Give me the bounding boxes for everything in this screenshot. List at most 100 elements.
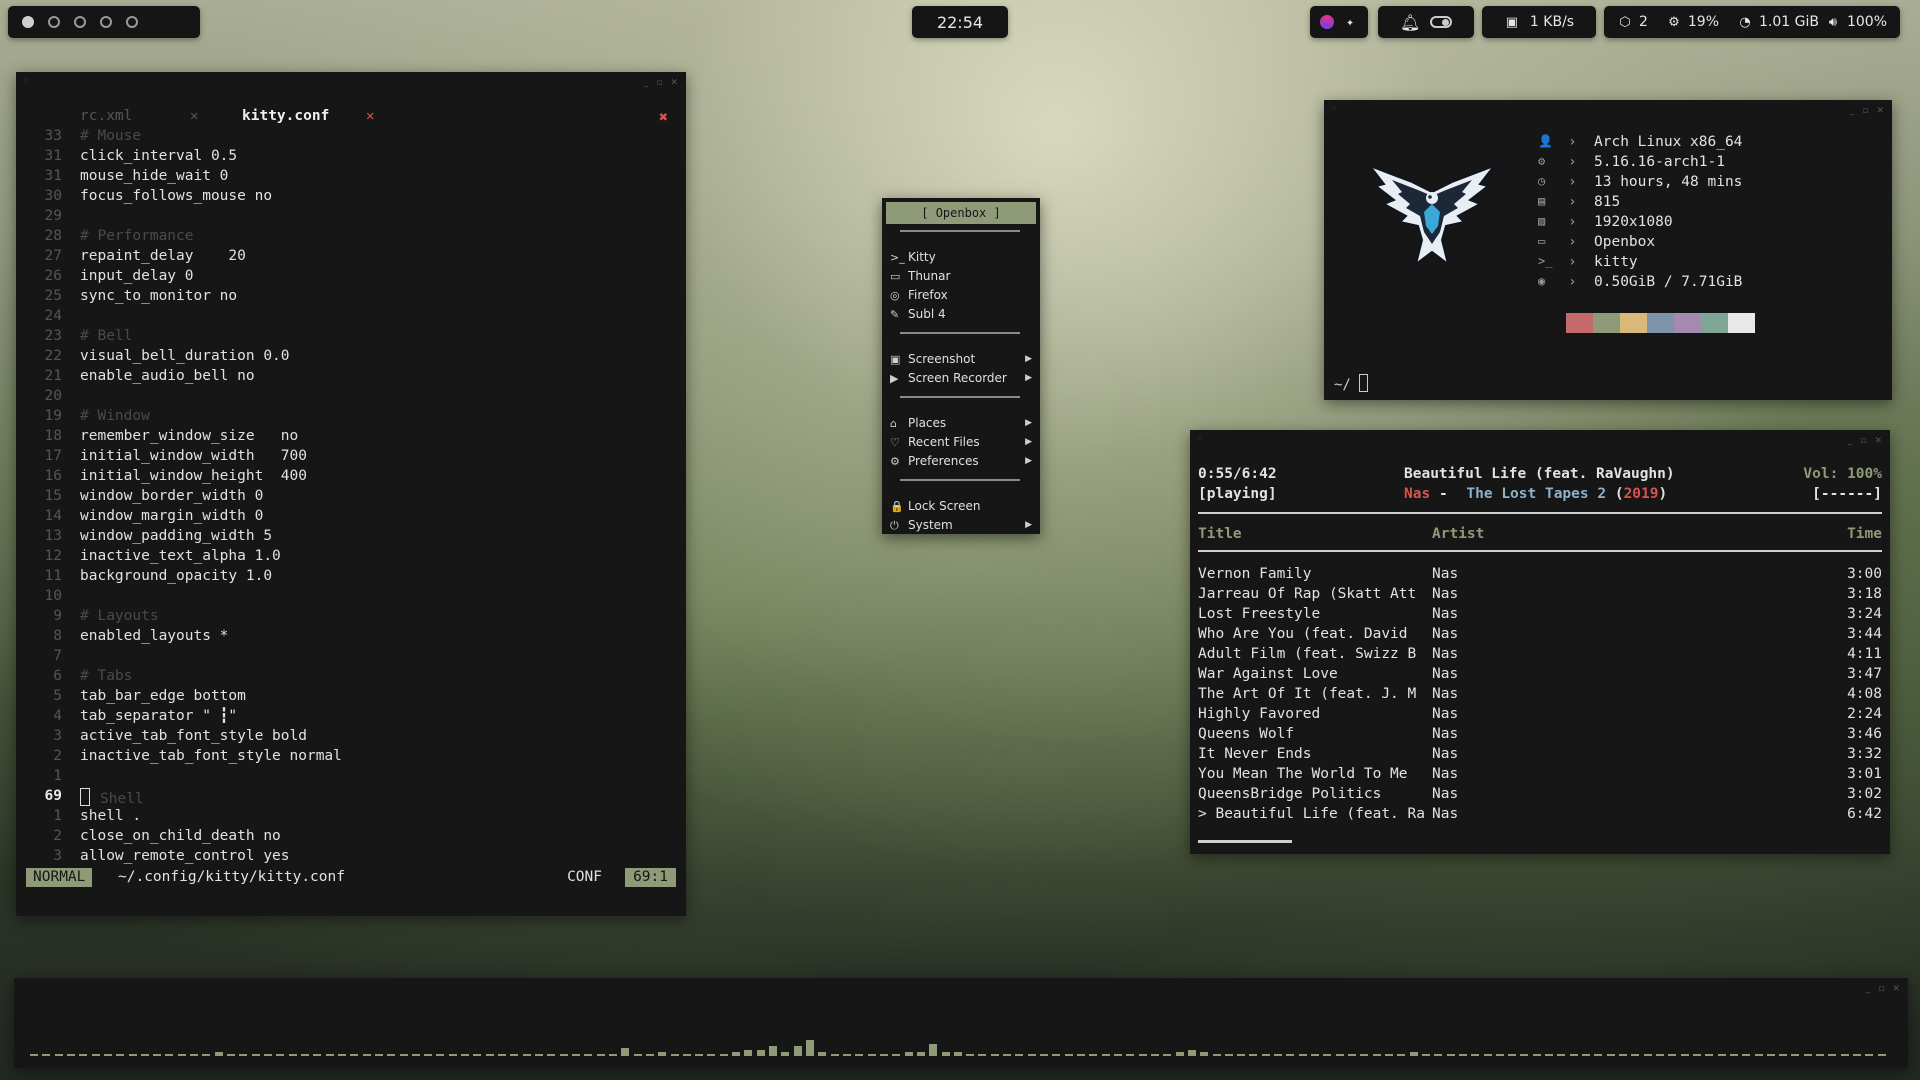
spectrum-bar xyxy=(1508,1054,1516,1056)
song-progress-bar[interactable] xyxy=(1198,840,1292,843)
tab-close-icon[interactable]: ✕ xyxy=(366,108,374,124)
window-grip-icon[interactable]: ⁘ xyxy=(1330,104,1338,114)
playlist-row[interactable]: Jarreau Of Rap (Skatt Att Nas 3:18 xyxy=(1198,586,1882,606)
spectrum-bar xyxy=(67,1054,75,1056)
line-number: 21 xyxy=(44,368,62,384)
menu-item-lock-screen[interactable]: 🔒 Lock Screen xyxy=(890,497,1034,515)
window-grip-icon[interactable]: ⁘ xyxy=(22,76,30,86)
spectrum-bar xyxy=(1299,1054,1307,1056)
code-line: 10 xyxy=(16,588,666,608)
updates-count[interactable]: 2 xyxy=(1639,14,1648,30)
chevron-right-icon: › xyxy=(1568,254,1577,270)
menu-item-firefox[interactable]: ◎ Firefox xyxy=(890,286,1034,304)
line-number: 31 xyxy=(44,168,62,184)
app-launcher-icon[interactable]: ✦ xyxy=(1342,15,1358,30)
playlist-row[interactable]: The Art Of It (feat. J. M Nas 4:08 xyxy=(1198,686,1882,706)
playlist-row[interactable]: Who Are You (feat. David Nas 3:44 xyxy=(1198,626,1882,646)
track-duration: 3:02 xyxy=(1847,786,1882,802)
close-icon[interactable]: ✕ xyxy=(1892,984,1900,994)
workspace-dot[interactable] xyxy=(48,16,60,28)
color-picker-icon[interactable] xyxy=(1320,15,1334,29)
volume-icon[interactable]: 🔊︎ xyxy=(1825,15,1841,30)
close-icon[interactable]: ✕ xyxy=(1874,436,1882,446)
playlist-row[interactable]: Highly Favored Nas 2:24 xyxy=(1198,706,1882,726)
playlist-row[interactable]: > Beautiful Life (feat. Ra Nas 6:42 xyxy=(1198,806,1882,826)
playlist-row[interactable]: Queens Wolf Nas 3:46 xyxy=(1198,726,1882,746)
menu-item-subl-4[interactable]: ✎ Subl 4 xyxy=(890,305,1034,323)
close-tab-icon[interactable]: ✖ xyxy=(659,108,668,126)
spectrum-bar xyxy=(1434,1054,1442,1056)
menu-item-label: Places xyxy=(908,416,947,430)
playlist-row[interactable]: You Mean The World To Me Nas 3:01 xyxy=(1198,766,1882,786)
tab-close-icon[interactable]: ✕ xyxy=(190,108,198,124)
network-speed[interactable]: ▣ 1 KB/s xyxy=(1482,6,1596,38)
menu-item-places[interactable]: ⌂ Places ▶ xyxy=(890,414,1034,432)
line-content: enabled_layouts * xyxy=(80,628,229,644)
workspace-dot[interactable] xyxy=(74,16,86,28)
spectrum-bar xyxy=(609,1054,617,1056)
close-icon[interactable]: ✕ xyxy=(1876,106,1884,116)
fetch-terminal-window[interactable]: ⁘ _ ▫ ✕ 👤 › Arch Linux x86_64 ⚙ › 5.16.16-arc… xyxy=(1324,100,1892,400)
menu-item-kitty[interactable]: >_ Kitty xyxy=(890,248,1034,266)
volume-level[interactable]: 100% xyxy=(1847,14,1887,30)
info-icon: ◉ xyxy=(1538,274,1546,288)
spectrum-bar xyxy=(720,1054,728,1056)
chevron-right-icon: › xyxy=(1568,134,1577,150)
menu-item-thunar[interactable]: ▭ Thunar xyxy=(890,267,1034,285)
column-artist[interactable]: Artist xyxy=(1432,526,1484,542)
spectrum-bar xyxy=(1410,1052,1418,1056)
maximize-icon[interactable]: ▫ xyxy=(656,78,662,88)
volume-label[interactable]: Vol: 100% xyxy=(1803,466,1882,482)
spectrum-bar xyxy=(732,1052,740,1056)
shell-prompt[interactable]: ~/ xyxy=(1334,374,1368,393)
spectrum-bar xyxy=(449,1054,457,1056)
music-player-window[interactable]: ⁘ _ ▫ ✕ 0:55/6:42 [playing] Beautiful Li… xyxy=(1190,430,1890,854)
line-content: tab_separator " ┇" xyxy=(80,708,238,724)
network-icon: ▣ xyxy=(1505,14,1519,30)
spectrum-bar xyxy=(239,1054,247,1056)
playlist-row[interactable]: QueensBridge Politics Nas 3:02 xyxy=(1198,786,1882,806)
spectrum-bar xyxy=(1545,1054,1553,1056)
playlist-row[interactable]: It Never Ends Nas 3:32 xyxy=(1198,746,1882,766)
minimize-icon[interactable]: _ xyxy=(1866,984,1871,994)
menu-item-screenshot[interactable]: ▣ Screenshot ▶ xyxy=(890,350,1034,368)
playlist-row[interactable]: War Against Love Nas 3:47 xyxy=(1198,666,1882,686)
color-swatch xyxy=(1566,313,1593,333)
info-value: 1920x1080 xyxy=(1594,214,1673,230)
playlist-row[interactable]: Adult Film (feat. Swizz B Nas 4:11 xyxy=(1198,646,1882,666)
spectrum-bar xyxy=(634,1054,642,1056)
workspace-dot[interactable] xyxy=(100,16,112,28)
maximize-icon[interactable]: ▫ xyxy=(1878,984,1884,994)
window-grip-icon[interactable]: ⁘ xyxy=(1196,434,1204,444)
minimize-icon[interactable]: _ xyxy=(644,78,649,88)
bell-icon[interactable]: 🔔︎ xyxy=(1400,13,1420,32)
line-content: # Layouts xyxy=(80,608,159,624)
system-stats: ⬡ 2 ⚙ 19% ◔ 1.01 GiB 🔊︎ 100% xyxy=(1604,6,1900,38)
editor-window[interactable]: ⁘ _ ▫ ✕ rc.xml ✕ kitty.conf ✕ ✖ 33 # Mouse 31… xyxy=(16,72,686,916)
dnd-toggle[interactable] xyxy=(1430,16,1452,28)
menu-item-preferences[interactable]: ⚙ Preferences ▶ xyxy=(890,452,1034,470)
spectrum-bar xyxy=(350,1054,358,1056)
spectrum-bar xyxy=(1262,1054,1270,1056)
workspace-dot[interactable] xyxy=(126,16,138,28)
menu-item-recent-files[interactable]: ♡ Recent Files ▶ xyxy=(890,433,1034,451)
playlist-row[interactable]: Vernon Family Nas 3:00 xyxy=(1198,566,1882,586)
spectrum-bar xyxy=(1052,1054,1060,1056)
workspace-dot[interactable] xyxy=(22,16,34,28)
close-icon[interactable]: ✕ xyxy=(670,78,678,88)
submenu-arrow-icon: ▶ xyxy=(1025,520,1032,530)
minimize-icon[interactable]: _ xyxy=(1848,436,1853,446)
menu-item-screen-recorder[interactable]: ▶ Screen Recorder ▶ xyxy=(890,369,1034,387)
spectrum-bar xyxy=(1828,1054,1836,1056)
column-title[interactable]: Title xyxy=(1198,526,1242,542)
maximize-icon[interactable]: ▫ xyxy=(1862,106,1868,116)
info-icon: ◷ xyxy=(1538,174,1546,188)
track-artist: Nas xyxy=(1432,666,1459,682)
playlist-row[interactable]: Lost Freestyle Nas 3:24 xyxy=(1198,606,1882,626)
minimize-icon[interactable]: _ xyxy=(1850,106,1855,116)
clock[interactable]: 22:54 xyxy=(912,6,1008,38)
maximize-icon[interactable]: ▫ xyxy=(1860,436,1866,446)
column-time[interactable]: Time xyxy=(1847,526,1882,542)
menu-item-system[interactable]: ⏻ System ▶ xyxy=(890,516,1034,534)
spectrum-bar xyxy=(289,1054,297,1056)
